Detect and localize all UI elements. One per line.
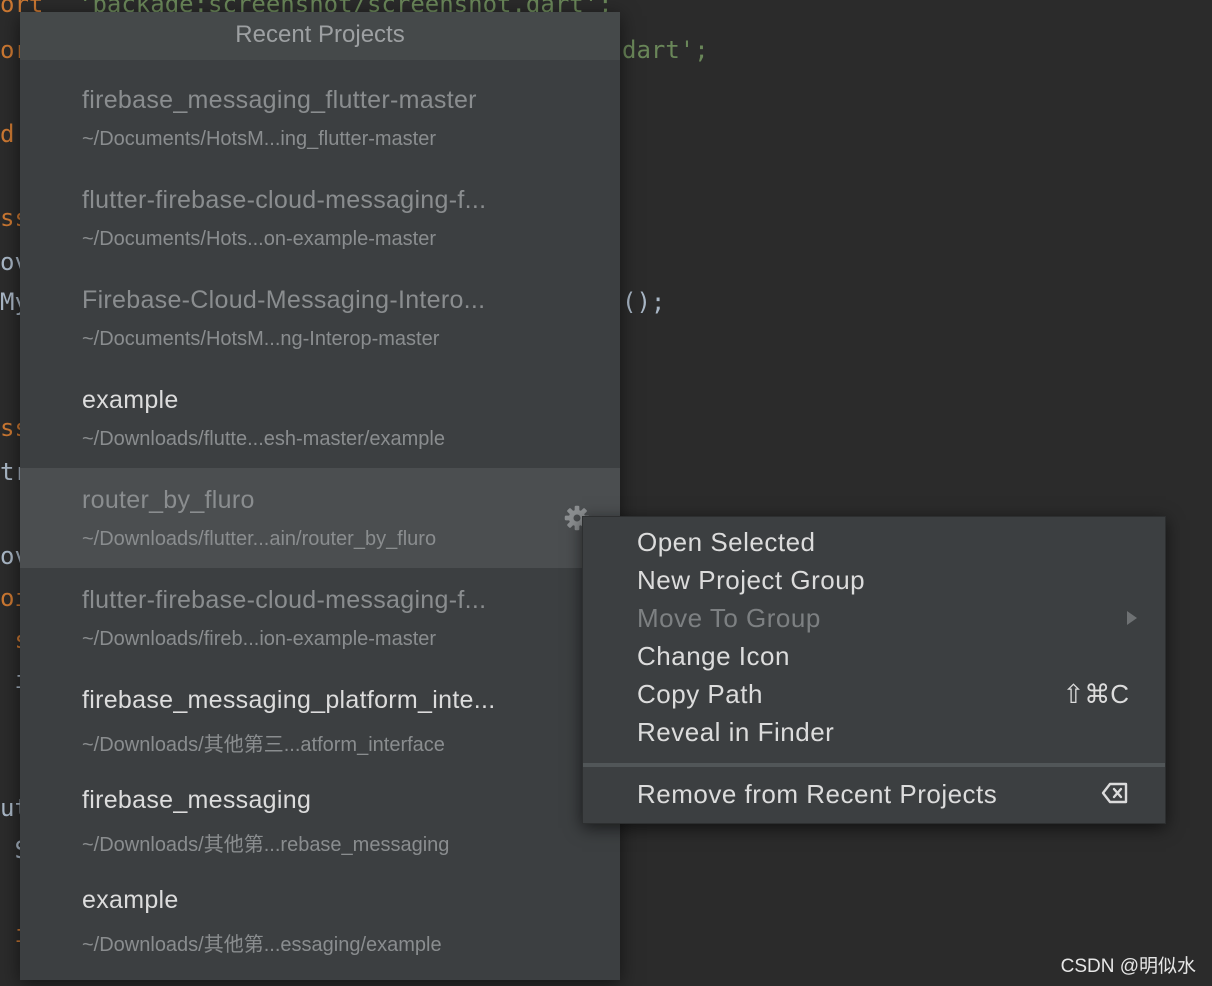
project-path: ~/Documents/Hots...on-example-master — [82, 228, 437, 250]
menu-item-new-project-group[interactable]: New Project Group — [637, 565, 865, 596]
recent-project-item[interactable]: firebase_messaging_platform_inte... ~/Do… — [20, 660, 620, 760]
menu-item-open-selected[interactable]: Open Selected — [637, 527, 816, 558]
menu-separator — [583, 763, 1165, 767]
recent-project-item[interactable]: example ~/Downloads/flutte...esh-master/… — [20, 360, 620, 460]
project-path: ~/Downloads/flutte...esh-master/example — [82, 428, 445, 450]
watermark: CSDN @明似水 — [1060, 956, 1196, 977]
project-path: ~/Downloads/fireb...ion-example-master — [82, 628, 437, 650]
project-path: ~/Documents/HotsM...ing_flutter-master — [82, 128, 437, 150]
project-path: ~/Documents/HotsM...ng-Interop-master — [82, 328, 440, 350]
project-name: example — [82, 886, 179, 914]
project-path: ~/Downloads/其他第三...atform_interface — [82, 734, 445, 756]
recent-projects-popup: Recent Projects firebase_messaging_flutt… — [20, 12, 620, 980]
project-name: router_by_fluro — [82, 486, 255, 514]
project-name: firebase_messaging — [82, 786, 312, 814]
recent-project-item[interactable]: firebase_messaging_flutter-master ~/Docu… — [20, 60, 620, 160]
menu-item-change-icon[interactable]: Change Icon — [637, 641, 790, 672]
project-context-menu: Open Selected New Project Group Move To … — [582, 516, 1166, 824]
project-name: firebase_messaging_platform_inte... — [82, 686, 496, 714]
delete-key-icon — [1101, 782, 1128, 804]
project-name: Firebase-Cloud-Messaging-Intero... — [82, 286, 486, 314]
project-name: firebase_messaging_flutter-master — [82, 86, 477, 114]
menu-item-copy-path[interactable]: Copy Path — [637, 679, 763, 710]
recent-project-item[interactable]: Firebase-Cloud-Messaging-Intero... ~/Doc… — [20, 260, 620, 360]
recent-project-item-selected[interactable]: router_by_fluro ~/Downloads/flutter...ai… — [20, 468, 620, 568]
project-name: flutter-firebase-cloud-messaging-f... — [82, 186, 487, 214]
menu-item-move-to-group[interactable]: Move To Group — [637, 603, 821, 634]
menu-item-remove-from-recent[interactable]: Remove from Recent Projects — [637, 779, 997, 810]
project-path: ~/Downloads/其他第...essaging/example — [82, 934, 442, 956]
recent-project-item[interactable]: flutter-firebase-cloud-messaging-f... ~/… — [20, 560, 620, 660]
code-fragment: d — [0, 120, 15, 148]
copy-path-shortcut: ⇧⌘C — [1062, 679, 1129, 709]
project-path: ~/Downloads/flutter...ain/router_by_flur… — [82, 528, 437, 550]
recent-project-item[interactable]: firebase_messaging ~/Downloads/其他第...reb… — [20, 760, 620, 860]
project-path: ~/Downloads/其他第...rebase_messaging — [82, 834, 450, 856]
code-fragment: dart'; — [622, 36, 709, 64]
project-name: flutter-firebase-cloud-messaging-f... — [82, 586, 487, 614]
code-fragment: (); — [622, 288, 666, 316]
recent-project-item[interactable]: example ~/Downloads/其他第...essaging/examp… — [20, 860, 620, 960]
recent-project-item[interactable]: flutter-firebase-cloud-messaging-f... ~/… — [20, 160, 620, 260]
popup-title: Recent Projects — [20, 12, 620, 60]
submenu-arrow-icon — [1127, 611, 1137, 625]
menu-item-reveal-in-finder[interactable]: Reveal in Finder — [637, 717, 834, 748]
project-name: example — [82, 386, 179, 414]
